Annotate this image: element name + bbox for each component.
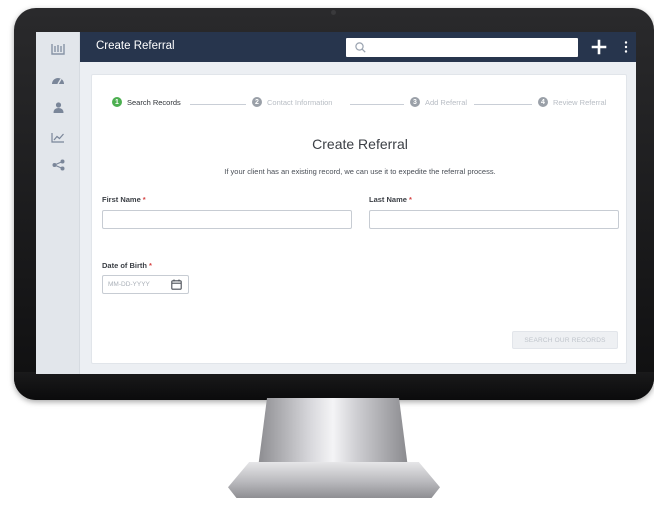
search-box[interactable] [346, 38, 578, 57]
last-name-field[interactable] [369, 210, 619, 229]
step-label: Add Referral [425, 97, 468, 107]
calendar-icon[interactable] [171, 279, 182, 290]
top-bar: Create Referral [80, 32, 636, 62]
step-label: Contact Information [267, 97, 333, 107]
step-number: 2 [252, 97, 262, 107]
first-name-label: First Name * [102, 195, 146, 204]
search-input[interactable] [372, 38, 572, 57]
first-name-field[interactable] [102, 210, 352, 229]
step-contact-information[interactable]: 2 Contact Information [252, 97, 332, 107]
more-vertical-icon[interactable] [620, 40, 632, 54]
step-number: 1 [112, 97, 122, 107]
user-icon [53, 101, 63, 113]
step-connector [350, 104, 404, 105]
step-number: 3 [410, 97, 420, 107]
app-screen: Create Referral 1 Search Records 2 Conta… [36, 32, 636, 374]
sidebar-item-share[interactable] [36, 152, 80, 178]
search-icon [355, 42, 366, 53]
step-connector [474, 104, 532, 105]
plus-icon[interactable] [591, 39, 607, 55]
step-connector [190, 104, 246, 105]
monitor-stand-neck [258, 398, 408, 468]
camera-dot [331, 10, 336, 15]
sidebar-logo[interactable] [36, 36, 80, 62]
last-name-label-text: Last Name [369, 195, 407, 204]
required-mark: * [142, 195, 146, 204]
required-mark: * [408, 195, 412, 204]
step-number: 4 [538, 97, 548, 107]
sidebar-item-dashboard[interactable] [36, 66, 80, 92]
dob-label-text: Date of Birth [102, 261, 147, 270]
logo-icon [51, 44, 65, 55]
required-mark: * [149, 261, 152, 270]
dashboard-gauge-icon [52, 77, 64, 84]
step-review-referral[interactable]: 4 Review Referral [538, 97, 606, 107]
step-label: Search Records [127, 97, 181, 107]
monitor-stand-base [228, 462, 440, 498]
step-add-referral[interactable]: 3 Add Referral [410, 97, 467, 107]
line-chart-icon [51, 132, 64, 143]
step-search-records[interactable]: 1 Search Records [112, 97, 181, 107]
search-our-records-button[interactable]: SEARCH OUR RECORDS [512, 331, 618, 349]
last-name-label: Last Name * [369, 195, 412, 204]
sidebar-item-reports[interactable] [36, 124, 80, 150]
form-subtitle: If your client has an existing record, w… [224, 167, 496, 176]
stepper: 1 Search Records 2 Contact Information 3… [92, 97, 628, 113]
form-title: Create Referral [312, 136, 408, 152]
dob-field[interactable] [102, 275, 189, 294]
dob-input[interactable] [108, 276, 168, 293]
step-label: Review Referral [553, 97, 607, 107]
share-icon [52, 159, 64, 171]
dob-label: Date of Birth * [102, 261, 152, 270]
page-title: Create Referral [96, 40, 175, 52]
app-sidebar [36, 32, 80, 374]
first-name-label-text: First Name [102, 195, 141, 204]
sidebar-item-clients[interactable] [36, 94, 80, 120]
create-referral-card: 1 Search Records 2 Contact Information 3… [91, 74, 627, 364]
